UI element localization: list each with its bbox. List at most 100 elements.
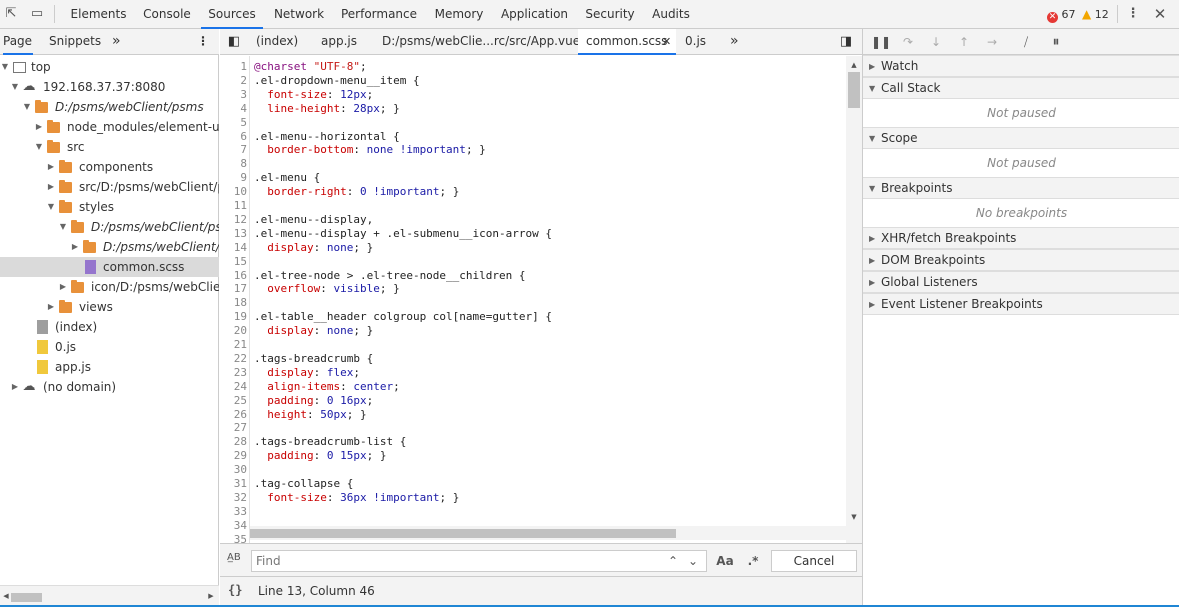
- tab-page[interactable]: Page: [3, 29, 33, 55]
- scrollbar-thumb[interactable]: [848, 72, 860, 108]
- step-out-icon[interactable]: ↑: [955, 33, 973, 51]
- line-number[interactable]: 12: [220, 213, 247, 227]
- tree-item-folder[interactable]: ▼ D:/psms/webClient/psms: [0, 97, 219, 117]
- line-number[interactable]: 20: [220, 324, 247, 338]
- section-global-listeners[interactable]: ▶ Global Listeners: [863, 271, 1179, 293]
- navigator-menu-icon[interactable]: ⋮: [197, 29, 209, 55]
- section-event-listener-breakpoints[interactable]: ▶ Event Listener Breakpoints: [863, 293, 1179, 315]
- collapse-arrow-icon[interactable]: ▶: [46, 297, 56, 317]
- collapse-arrow-icon[interactable]: ▶: [46, 177, 56, 197]
- match-case-toggle-icon[interactable]: A̲B: [227, 552, 241, 563]
- pause-on-exceptions-icon[interactable]: ⏸: [1047, 33, 1065, 51]
- scrollbar-thumb[interactable]: [250, 529, 676, 538]
- step-icon[interactable]: →: [983, 33, 1001, 51]
- warning-counter[interactable]: ▲ 12: [1082, 7, 1109, 22]
- line-number[interactable]: 4: [220, 102, 247, 116]
- tree-item-folder[interactable]: ▶ node_modules/element-ui/lib: [0, 117, 219, 137]
- inspect-element-icon[interactable]: ⇱: [2, 6, 20, 22]
- editor-tab-index[interactable]: (index): [256, 29, 298, 55]
- scroll-up-icon[interactable]: ▲: [849, 60, 859, 70]
- editor-horizontal-scrollbar[interactable]: [250, 526, 846, 540]
- line-number[interactable]: 3: [220, 88, 247, 102]
- line-number[interactable]: 13: [220, 227, 247, 241]
- line-number[interactable]: 27: [220, 421, 247, 435]
- collapse-arrow-icon[interactable]: ▶: [34, 117, 44, 137]
- more-options-icon[interactable]: ⋮: [1124, 6, 1142, 22]
- section-dom-breakpoints[interactable]: ▶ DOM Breakpoints: [863, 249, 1179, 271]
- find-next-icon[interactable]: ⌄: [684, 550, 702, 572]
- line-number[interactable]: 30: [220, 463, 247, 477]
- scroll-right-icon[interactable]: ▶: [207, 591, 215, 601]
- expand-arrow-icon[interactable]: ▼: [58, 217, 68, 237]
- tree-item-folder[interactable]: ▶ components: [0, 157, 219, 177]
- pretty-print-icon[interactable]: {}: [228, 583, 242, 597]
- expand-arrow-icon[interactable]: ▶: [869, 228, 875, 249]
- close-tab-icon[interactable]: ✕: [662, 29, 671, 54]
- tab-elements[interactable]: Elements: [64, 0, 133, 29]
- line-number[interactable]: 35: [220, 533, 247, 543]
- navigator-horizontal-scrollbar[interactable]: ◀ ▶: [0, 585, 219, 605]
- editor-tab-0js[interactable]: 0.js: [685, 29, 706, 55]
- tree-item-folder[interactable]: ▶ D:/psms/webClient/psms: [0, 237, 219, 257]
- step-over-icon[interactable]: ↷: [899, 33, 917, 51]
- line-number[interactable]: 14: [220, 241, 247, 255]
- line-number[interactable]: 17: [220, 282, 247, 296]
- tree-item-folder[interactable]: ▶ icon/D:/psms/webClient/psms: [0, 277, 219, 297]
- collapse-arrow-icon[interactable]: ▶: [46, 157, 56, 177]
- expand-arrow-icon[interactable]: ▼: [0, 57, 10, 77]
- line-number[interactable]: 9: [220, 171, 247, 185]
- tab-snippets[interactable]: Snippets: [49, 29, 101, 55]
- line-number[interactable]: 18: [220, 296, 247, 310]
- expand-arrow-icon[interactable]: ▼: [869, 178, 875, 199]
- tree-item-host[interactable]: ▼ ☁ 192.168.37.37:8080: [0, 77, 219, 97]
- tree-item-file-selected[interactable]: common.scss: [0, 257, 219, 277]
- tab-security[interactable]: Security: [579, 0, 641, 29]
- expand-arrow-icon[interactable]: ▼: [22, 97, 32, 117]
- tab-audits[interactable]: Audits: [647, 0, 695, 29]
- tab-network[interactable]: Network: [267, 0, 331, 29]
- line-number[interactable]: 23: [220, 366, 247, 380]
- line-number[interactable]: 34: [220, 519, 247, 533]
- tab-application[interactable]: Application: [497, 0, 572, 29]
- expand-arrow-icon[interactable]: ▼: [34, 137, 44, 157]
- expand-arrow-icon[interactable]: ▶: [869, 272, 875, 293]
- line-number[interactable]: 25: [220, 394, 247, 408]
- tree-item-folder[interactable]: ▼ D:/psms/webClient/psms: [0, 217, 219, 237]
- line-number[interactable]: 28: [220, 435, 247, 449]
- regex-button[interactable]: .*: [744, 550, 762, 572]
- line-number[interactable]: 22: [220, 352, 247, 366]
- deactivate-breakpoints-icon[interactable]: ⧸: [1017, 33, 1035, 51]
- section-scope[interactable]: ▼ Scope: [863, 127, 1179, 149]
- tree-item-file[interactable]: app.js: [0, 357, 219, 377]
- editor-vertical-scrollbar[interactable]: ▲ ▼: [846, 56, 862, 543]
- find-previous-icon[interactable]: ⌃: [664, 550, 682, 572]
- scroll-down-icon[interactable]: ▼: [849, 512, 859, 522]
- expand-arrow-icon[interactable]: ▼: [46, 197, 56, 217]
- expand-arrow-icon[interactable]: ▶: [869, 56, 875, 77]
- tree-item-folder[interactable]: ▶ src/D:/psms/webClient/psms: [0, 177, 219, 197]
- tree-item-folder[interactable]: ▼ styles: [0, 197, 219, 217]
- find-input[interactable]: [251, 550, 707, 572]
- error-counter[interactable]: ✕ 67: [1047, 7, 1076, 23]
- line-number[interactable]: 32: [220, 491, 247, 505]
- section-watch[interactable]: ▶ Watch: [863, 55, 1179, 77]
- tab-memory[interactable]: Memory: [428, 0, 490, 29]
- line-number[interactable]: 15: [220, 255, 247, 269]
- more-tabs-icon[interactable]: »: [112, 29, 126, 55]
- line-number[interactable]: 16: [220, 269, 247, 283]
- tree-item-folder[interactable]: ▼ src: [0, 137, 219, 157]
- line-number[interactable]: 33: [220, 505, 247, 519]
- line-number[interactable]: 7: [220, 143, 247, 157]
- tab-console[interactable]: Console: [135, 0, 199, 29]
- close-icon[interactable]: ✕: [1151, 6, 1169, 22]
- line-number[interactable]: 26: [220, 408, 247, 422]
- tab-performance[interactable]: Performance: [336, 0, 422, 29]
- tree-item-file[interactable]: 0.js: [0, 337, 219, 357]
- step-into-icon[interactable]: ↓: [927, 33, 945, 51]
- section-call-stack[interactable]: ▼ Call Stack: [863, 77, 1179, 99]
- line-number[interactable]: 8: [220, 157, 247, 171]
- line-number[interactable]: 5: [220, 116, 247, 130]
- editor-tab-app-vue[interactable]: D:/psms/webClie...rc/src/App.vue: [382, 29, 580, 55]
- tab-sources[interactable]: Sources: [201, 0, 263, 29]
- line-number[interactable]: 10: [220, 185, 247, 199]
